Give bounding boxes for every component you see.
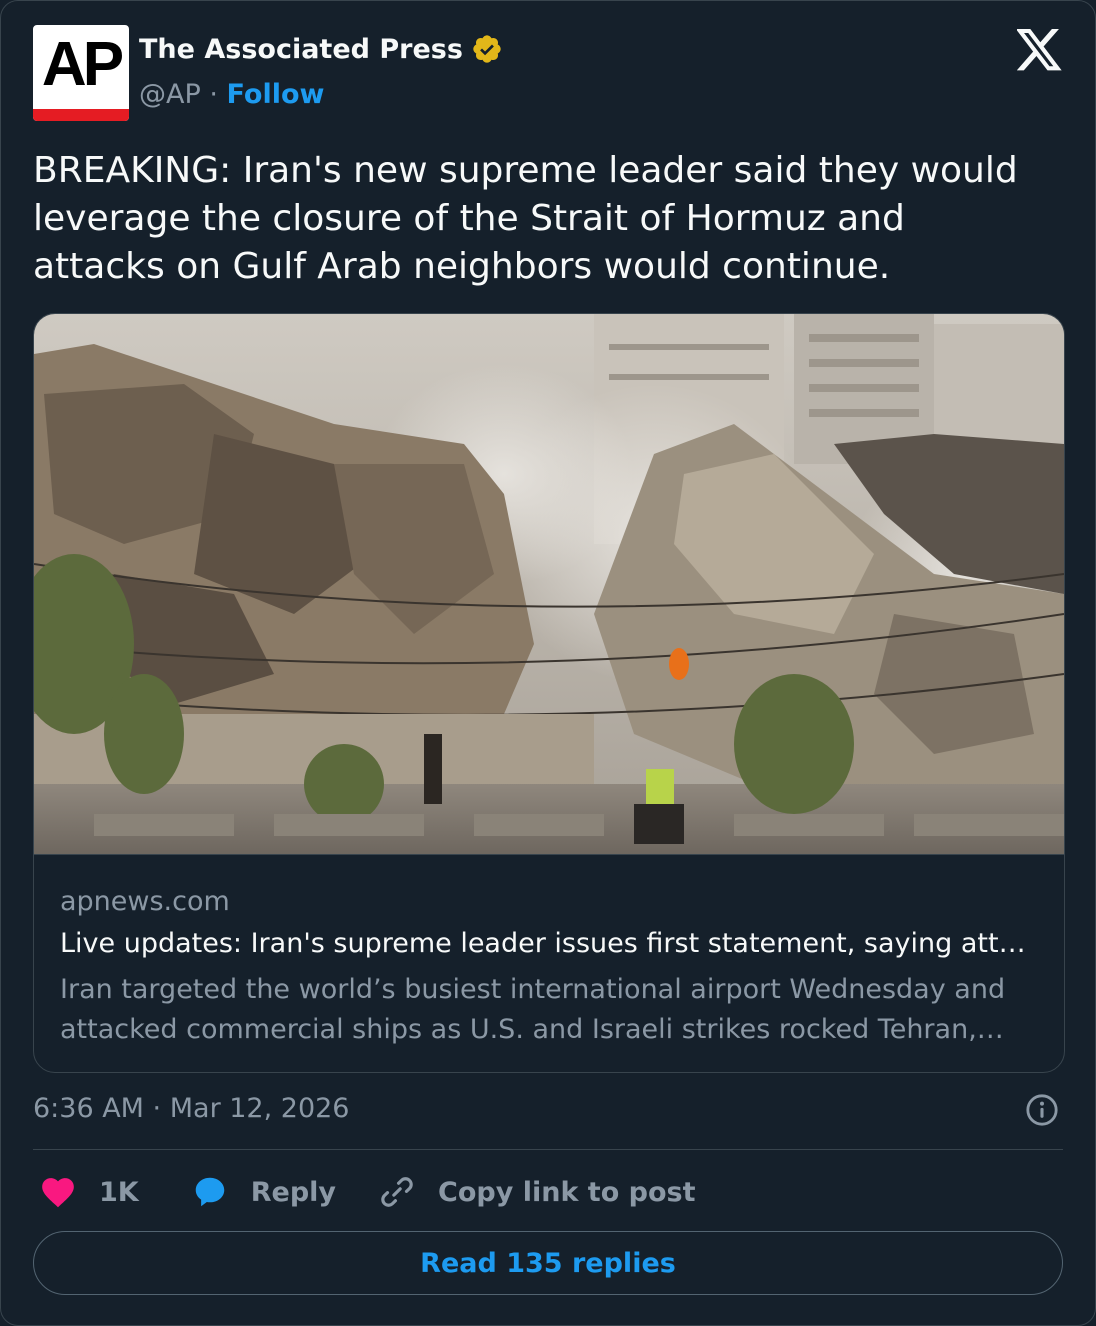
avatar-red-bar [33,109,129,121]
author-handle-row: @AP · Follow [139,79,324,110]
link-preview-card[interactable]: apnews.com Live updates: Iran's supreme … [33,313,1065,1073]
heart-icon [42,1178,74,1208]
link-domain: apnews.com [60,886,230,917]
author-name[interactable]: The Associated Press [139,34,463,65]
verified-badge-icon [473,35,501,63]
meta-divider [33,1149,1063,1150]
author-name-row: The Associated Press [139,33,503,65]
link-headline: Live updates: Iran's supreme leader issu… [60,928,1040,959]
follow-button[interactable]: Follow [227,79,325,110]
author-avatar[interactable]: AP [33,25,129,121]
x-logo-icon[interactable] [1017,29,1063,71]
author-handle[interactable]: @AP [139,79,201,110]
reply-label: Reply [250,1176,337,1208]
like-button[interactable]: 1K [39,1173,139,1211]
copy-link-label: Copy link to post [438,1176,696,1208]
ap-logo-text: AP [41,30,124,99]
embedded-post-card: AP The Associated Press @AP · Follow BRE… [0,0,1096,1326]
link-description: Iran targeted the world’s busiest intern… [60,974,1006,1045]
like-count: 1K [99,1176,139,1208]
link-icon [381,1177,413,1207]
info-icon[interactable] [1025,1093,1059,1127]
handle-separator: · [209,79,218,110]
tweet-text: BREAKING: Iran's new supreme leader said… [33,150,1018,287]
post-timestamp[interactable]: 6:36 AM · Mar 12, 2026 [33,1093,350,1124]
action-bar: 1K Reply Copy link to post [39,1167,696,1217]
card-divider [34,854,1064,855]
copy-link-button[interactable]: Copy link to post [378,1173,696,1211]
speech-bubble-icon [195,1177,224,1207]
reply-button[interactable]: Reply [191,1173,336,1211]
read-replies-button[interactable]: Read 135 replies [33,1231,1063,1295]
article-photo[interactable] [34,314,1064,854]
